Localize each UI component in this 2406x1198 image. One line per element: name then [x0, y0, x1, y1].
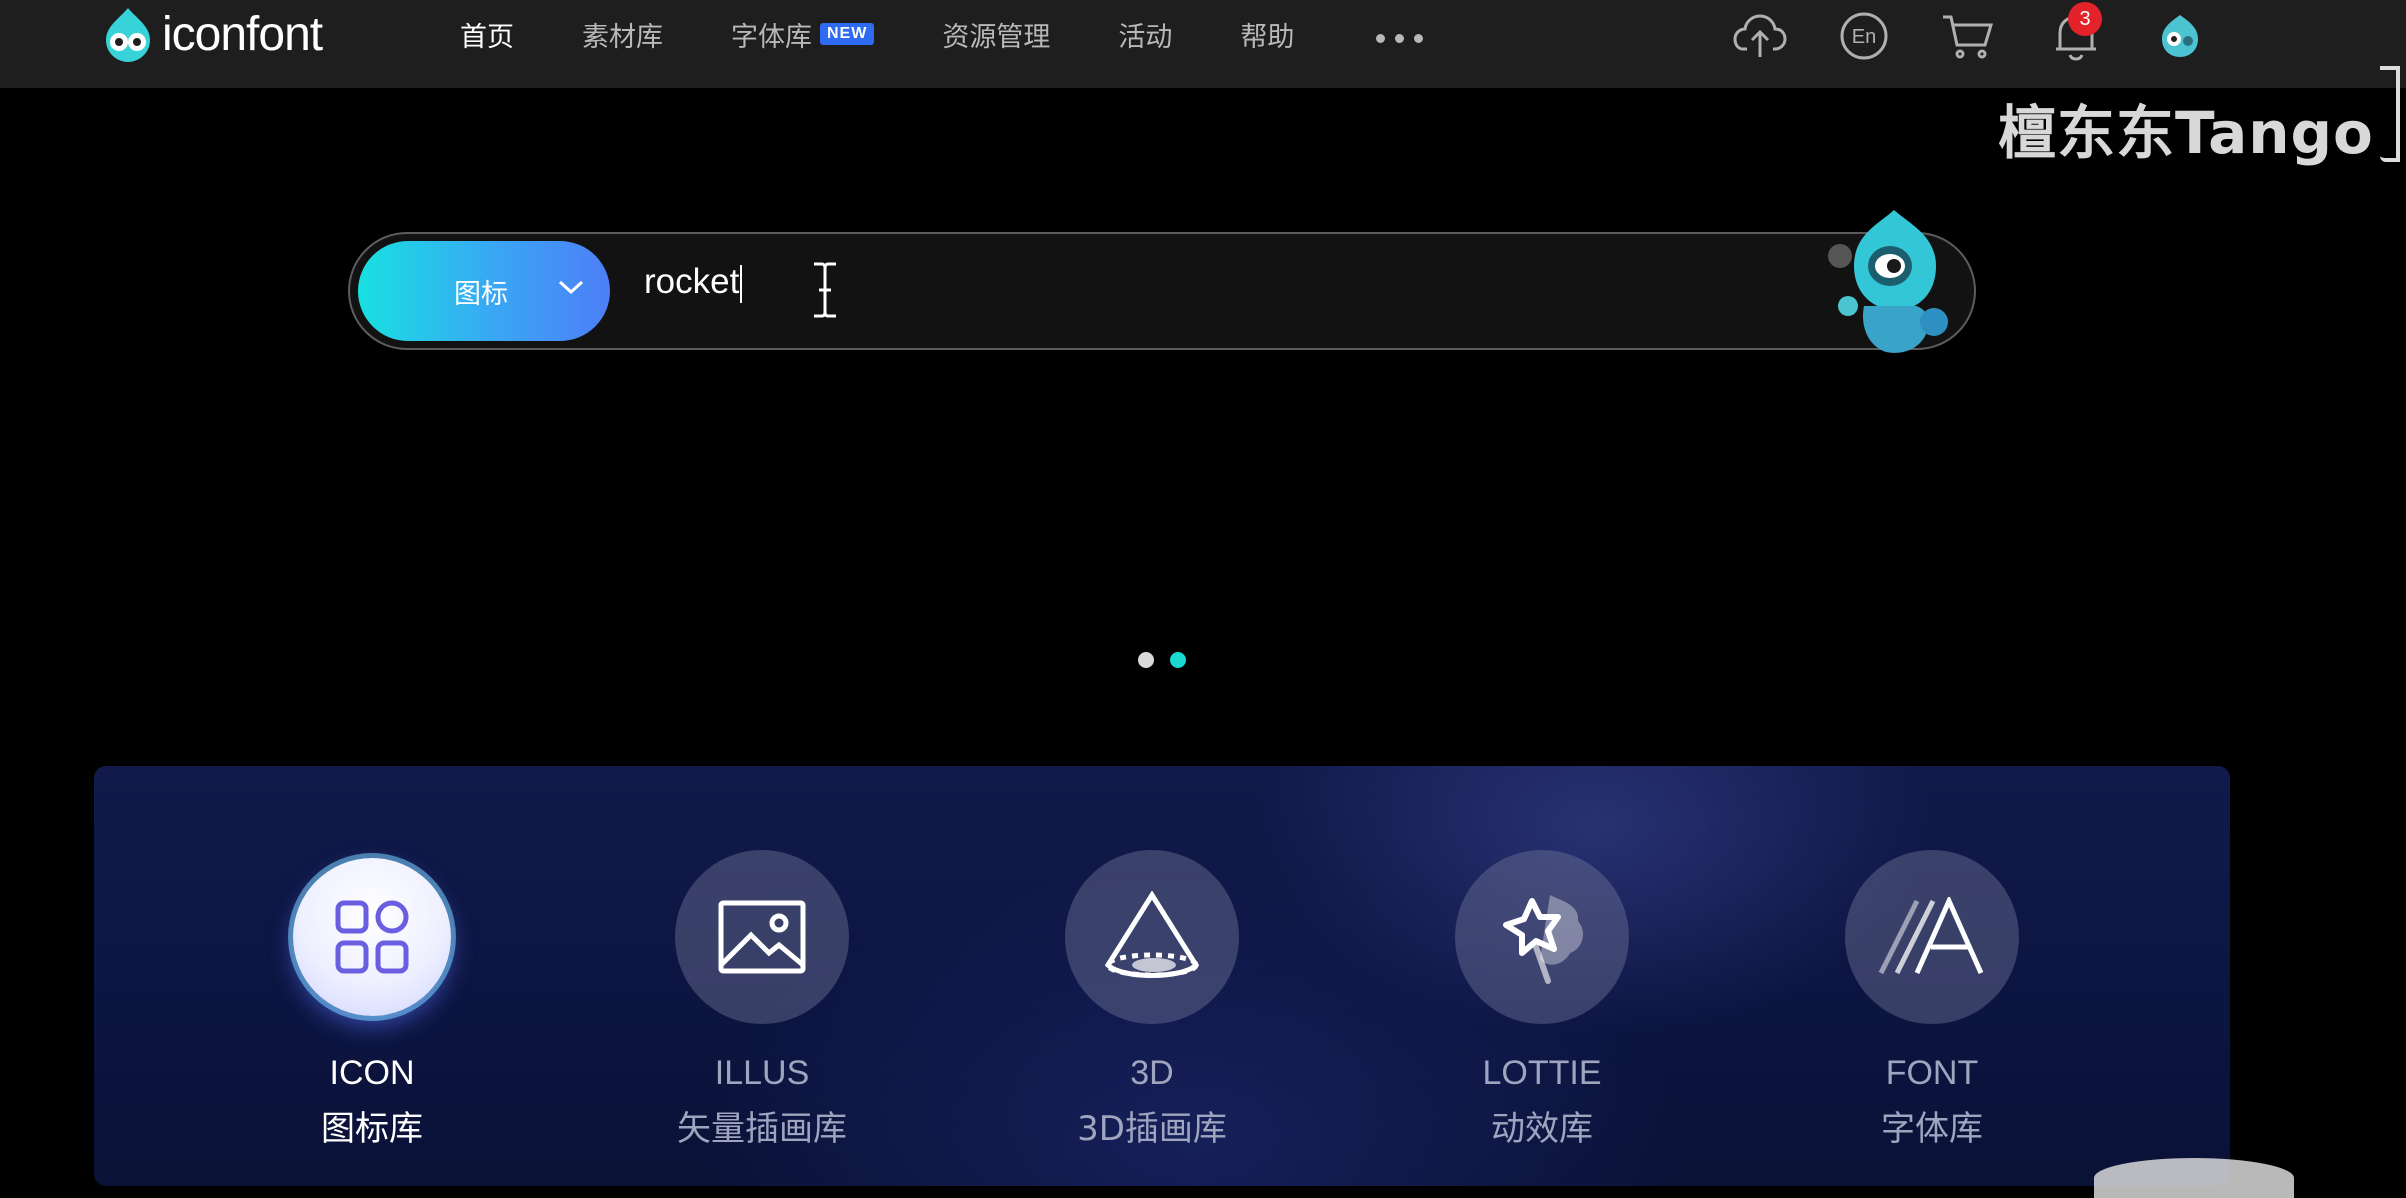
- category-illustration-library[interactable]: ILLUS 矢量插画库: [632, 850, 892, 1150]
- category-title-zh: 矢量插画库: [677, 1109, 847, 1149]
- category-icon-circle: [1845, 850, 2019, 1024]
- category-3d-library[interactable]: 3D 3D插画库: [1022, 850, 1282, 1150]
- image-icon: [718, 900, 806, 974]
- cart-icon[interactable]: [1940, 8, 1996, 64]
- more-menu-icon[interactable]: [1376, 33, 1424, 43]
- category-icon-circle: [293, 858, 451, 1016]
- category-title-zh: 3D插画库: [1077, 1109, 1227, 1149]
- mascot-icon[interactable]: [1824, 206, 1954, 356]
- top-nav-bar: iconfont 首页 素材库 字体库 NEW 资源管理 活动 帮助 En 3: [0, 0, 2406, 88]
- category-icon-circle: [1455, 850, 1629, 1024]
- nav-label: 资源管理: [942, 21, 1051, 53]
- nav-item-resources[interactable]: 资源管理: [942, 15, 1050, 54]
- nav-item-help[interactable]: 帮助: [1240, 15, 1294, 54]
- category-title-zh: 字体库: [1881, 1109, 1983, 1149]
- category-panel: ICON 图标库 ILLUS 矢量插画库 3D 3D插画库 LOTTIE 动效库…: [94, 766, 2230, 1186]
- nav-item-activities[interactable]: 活动: [1118, 15, 1172, 54]
- search-input-text: rocket: [644, 262, 740, 301]
- category-icon-circle: [675, 850, 849, 1024]
- search-type-label: 图标: [454, 278, 508, 310]
- logo-mascot-icon: [106, 8, 150, 62]
- carousel-dot[interactable]: [1138, 652, 1154, 668]
- category-lottie-library[interactable]: LOTTIE 动效库: [1412, 850, 1672, 1150]
- video-watermark: 檀东东Tango: [1998, 99, 2374, 167]
- text-caret: [740, 264, 743, 303]
- nav-item-home[interactable]: 首页: [460, 15, 514, 54]
- grid-icon: [335, 900, 409, 974]
- letter-a-icon: [1878, 897, 1984, 975]
- ibeam-cursor-icon: [814, 260, 836, 320]
- watermark-glyph: [2380, 66, 2400, 162]
- floating-widget-edge: [2094, 1158, 2294, 1198]
- notification-count-badge: 3: [2068, 2, 2102, 36]
- main-nav: 首页 素材库 字体库 NEW 资源管理 活动 帮助: [460, 10, 1424, 58]
- language-label: En: [1852, 26, 1876, 48]
- category-font-library[interactable]: FONT 字体库: [1802, 850, 2062, 1150]
- category-title-en: 3D: [1130, 1054, 1174, 1092]
- search-input[interactable]: rocket: [644, 262, 743, 303]
- nav-label: 首页: [460, 21, 514, 53]
- logo-text: iconfont: [162, 7, 323, 61]
- cloud-upload-icon[interactable]: [1732, 8, 1788, 64]
- category-title-zh: 动效库: [1491, 1109, 1593, 1149]
- category-title-zh: 图标库: [321, 1109, 423, 1149]
- nav-item-materials[interactable]: 素材库: [582, 15, 663, 54]
- category-icon-circle: [1065, 850, 1239, 1024]
- category-title-en: ILLUS: [714, 1054, 810, 1092]
- nav-label: 字体库: [731, 21, 812, 53]
- category-title-en: ICON: [329, 1054, 415, 1092]
- category-title-en: LOTTIE: [1482, 1054, 1602, 1092]
- category-icon-library[interactable]: ICON 图标库: [242, 850, 502, 1150]
- carousel-indicator: [1138, 652, 1186, 668]
- new-badge: NEW: [820, 23, 875, 45]
- search-type-dropdown[interactable]: 图标: [358, 241, 610, 341]
- logo[interactable]: iconfont: [98, 4, 323, 64]
- cone-icon: [1104, 891, 1200, 978]
- search-bar: 图标 rocket: [348, 232, 1976, 350]
- nav-label: 帮助: [1240, 21, 1295, 53]
- nav-label: 活动: [1118, 21, 1173, 53]
- nav-label: 素材库: [582, 21, 663, 53]
- chevron-down-icon: [558, 280, 584, 295]
- carousel-dot-active[interactable]: [1170, 652, 1186, 668]
- avatar[interactable]: [2152, 8, 2208, 64]
- category-title-en: FONT: [1885, 1054, 1979, 1092]
- language-toggle[interactable]: En: [1836, 8, 1892, 64]
- nav-item-fonts[interactable]: 字体库 NEW: [731, 15, 875, 54]
- star-burst-icon: [1503, 895, 1584, 984]
